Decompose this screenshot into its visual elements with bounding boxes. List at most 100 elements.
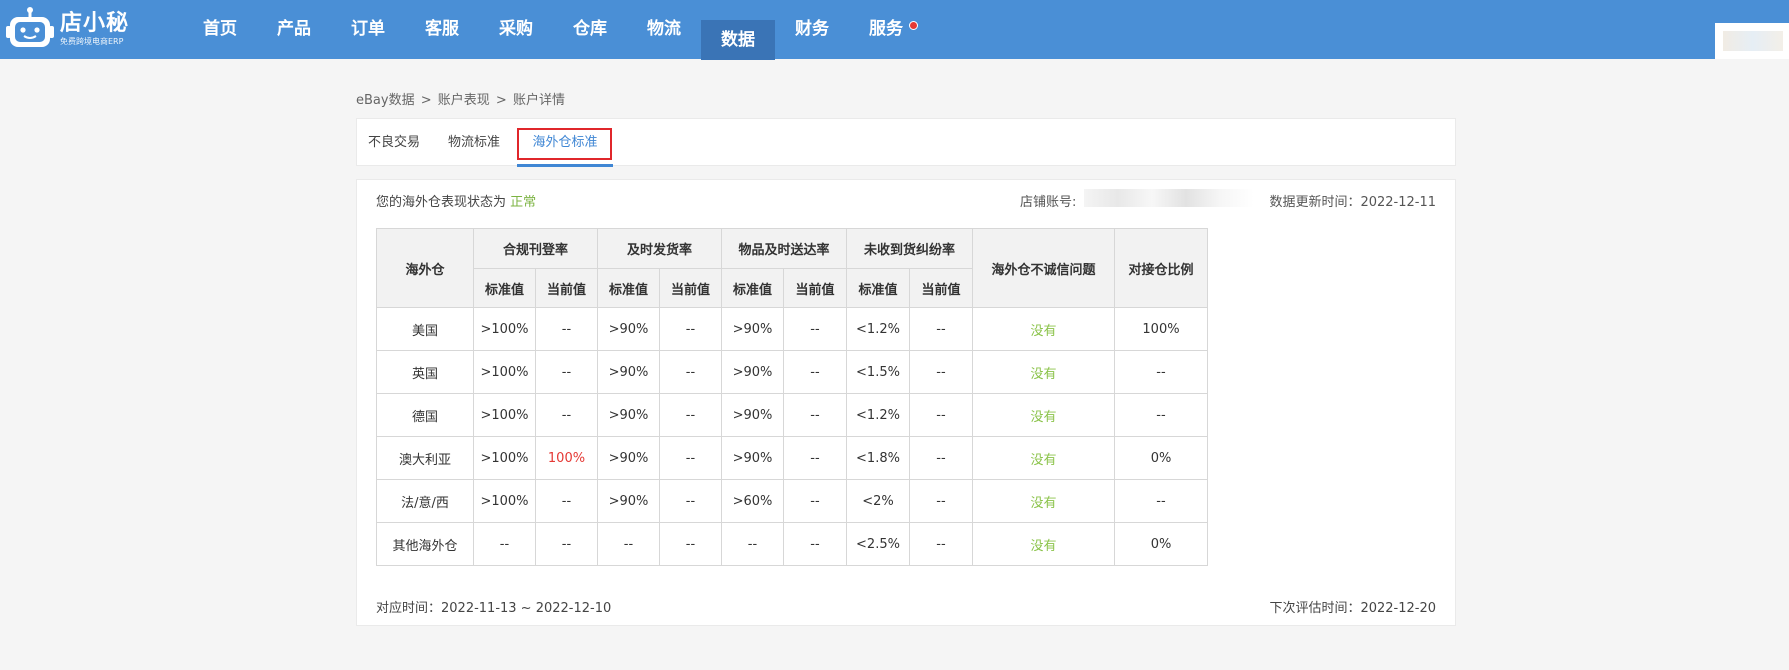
user-account-area[interactable] — [1715, 23, 1789, 59]
header-warehouse: 海外仓 — [376, 228, 474, 308]
logo-name: 店小秘 — [60, 11, 130, 36]
breadcrumb-item-account-performance[interactable]: 账户表现 — [438, 93, 490, 108]
logo-tagline: 免费跨境电商ERP — [60, 37, 124, 46]
subheader-standard: 标准值 — [473, 268, 536, 308]
table-cell-c7: <1.2% — [846, 393, 910, 437]
header-connected-ratio: 对接仓比例 — [1114, 228, 1208, 308]
nav-item-0[interactable]: 首页 — [183, 0, 257, 59]
header-listing-compliance: 合规刊登率 — [473, 228, 598, 269]
tab-overseas-warehouse-standard[interactable]: 海外仓标准 — [517, 119, 613, 167]
table-cell-c2: -- — [535, 393, 598, 437]
status-prefix: 您的海外仓表现状态为 — [376, 195, 507, 210]
nav-item-label: 客服 — [425, 19, 459, 39]
breadcrumb-separator: > — [420, 93, 432, 108]
nav-item-label: 财务 — [795, 19, 829, 39]
table-row: 美国 >100% -- >90% -- >90% -- <1.2% -- 没有 100% — [376, 307, 1208, 351]
nav-item-label: 物流 — [647, 19, 681, 39]
data-update-time: 数据更新时间：2022-12-11 — [1269, 195, 1436, 210]
table-cell-c6: -- — [783, 436, 847, 480]
table-cell-c4: -- — [659, 522, 722, 566]
logo[interactable]: 店小秘 免费跨境电商ERP — [6, 6, 129, 52]
nav-item-3[interactable]: 客服 — [405, 0, 479, 59]
table-cell-name: 英国 — [376, 350, 474, 394]
table-cell-name: 美国 — [376, 307, 474, 351]
table-cell-c4: -- — [659, 436, 722, 480]
shop-account-label: 店铺账号: — [1020, 195, 1077, 210]
subheader-current: 当前值 — [659, 268, 722, 308]
breadcrumb-item-account-detail: 账户详情 — [512, 93, 565, 108]
table-cell-c6: -- — [783, 479, 847, 523]
table-cell-ratio: -- — [1114, 393, 1208, 437]
table-row: 澳大利亚 >100% 100% >90% -- >90% -- <1.8% -- 没有 0% — [376, 436, 1208, 480]
next-evaluation-time: 下次评估时间：2022-12-20 — [1269, 601, 1436, 616]
header-on-time-shipping: 及时发货率 — [597, 228, 722, 269]
tab-active-underline — [517, 164, 613, 167]
breadcrumb-item-ebay-data[interactable]: eBay数据 — [356, 93, 415, 108]
table-cell-c5: >90% — [721, 436, 784, 480]
subheader-standard: 标准值 — [846, 268, 910, 308]
table-cell-c2: 100% — [535, 436, 598, 480]
table-cell-c1: -- — [473, 522, 536, 566]
table-cell-c8: -- — [909, 479, 973, 523]
table-cell-c6: -- — [783, 307, 847, 351]
table-cell-c4: -- — [659, 350, 722, 394]
tab-bad-transactions[interactable]: 不良交易 — [368, 119, 420, 167]
table-cell-dis: 没有 — [972, 350, 1115, 394]
nav-item-4[interactable]: 采购 — [479, 0, 553, 59]
table-cell-c1: >100% — [473, 479, 536, 523]
table-cell-dis: 没有 — [972, 436, 1115, 480]
tab-highlight-box — [517, 128, 612, 160]
user-avatar-blurred — [1723, 31, 1783, 51]
nav-item-7[interactable]: 数据 — [701, 20, 775, 60]
table-cell-c7: <1.8% — [846, 436, 910, 480]
table-cell-name: 德国 — [376, 393, 474, 437]
table-cell-name: 法/意/西 — [376, 479, 474, 523]
table-cell-dis: 没有 — [972, 479, 1115, 523]
table-cell-c8: -- — [909, 307, 973, 351]
breadcrumb-separator: > — [495, 93, 507, 108]
top-nav-bar: 店小秘 免费跨境电商ERP 首页 产品 订单 客服 采购 仓库 物流数据 财务 服务 — [0, 0, 1789, 60]
table-cell-dis: 没有 — [972, 393, 1115, 437]
status-value: 正常 — [510, 195, 537, 210]
subheader-current: 当前值 — [909, 268, 973, 308]
table-cell-c2: -- — [535, 307, 598, 351]
logo-text: 店小秘 免费跨境电商ERP — [60, 11, 129, 47]
nav-item-label: 订单 — [351, 19, 385, 39]
nav-item-1[interactable]: 产品 — [257, 0, 331, 59]
nav-item-9[interactable]: 服务 — [849, 0, 923, 59]
table-cell-c8: -- — [909, 350, 973, 394]
subheader-standard: 标准值 — [721, 268, 784, 308]
header-on-time-delivery: 物品及时送达率 — [721, 228, 847, 269]
table-cell-c1: >100% — [473, 393, 536, 437]
nav-item-2[interactable]: 订单 — [331, 0, 405, 59]
header-dishonesty-issue: 海外仓不诚信问题 — [972, 228, 1115, 308]
table-cell-c7: <1.5% — [846, 350, 910, 394]
nav-item-label: 首页 — [203, 19, 237, 39]
content-panel: 您的海外仓表现状态为 正常 店铺账号: 数据更新时间：2022-12-11 海外… — [356, 179, 1456, 626]
table-cell-c3: >90% — [597, 307, 660, 351]
table-cell-c4: -- — [659, 479, 722, 523]
table-cell-c5: >60% — [721, 479, 784, 523]
table-cell-c1: >100% — [473, 350, 536, 394]
shop-account-value-masked — [1084, 189, 1254, 207]
nav-item-label: 数据 — [721, 30, 755, 50]
table-cell-c6: -- — [783, 393, 847, 437]
robot-logo-icon — [6, 6, 54, 52]
table-cell-c5: -- — [721, 522, 784, 566]
table-cell-c1: >100% — [473, 436, 536, 480]
table-cell-c5: >90% — [721, 350, 784, 394]
nav-item-8[interactable]: 财务 — [775, 0, 849, 59]
tab-logistics-standard[interactable]: 物流标准 — [448, 119, 500, 167]
table-cell-c3: >90% — [597, 436, 660, 480]
table-cell-dis: 没有 — [972, 307, 1115, 351]
subheader-standard: 标准值 — [597, 268, 660, 308]
nav-item-6[interactable]: 物流 — [627, 0, 701, 59]
nav-item-5[interactable]: 仓库 — [553, 0, 627, 59]
warehouse-status: 您的海外仓表现状态为 正常 — [376, 191, 536, 210]
table-row: 法/意/西 >100% -- >90% -- >60% -- <2% -- 没有 -- — [376, 479, 1208, 523]
subheader-current: 当前值 — [783, 268, 847, 308]
table-cell-name: 澳大利亚 — [376, 436, 474, 480]
table-cell-c5: >90% — [721, 393, 784, 437]
table-cell-c8: -- — [909, 436, 973, 480]
nav-item-label: 采购 — [499, 19, 533, 39]
